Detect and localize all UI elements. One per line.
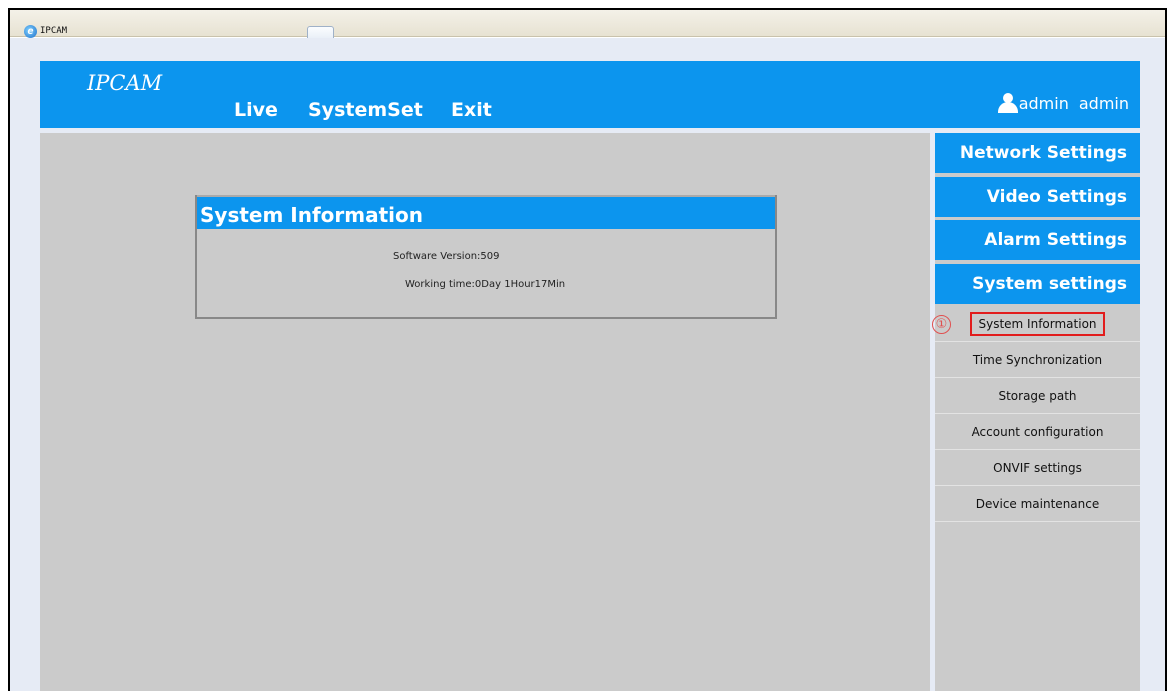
submenu-storage-path[interactable]: Storage path bbox=[935, 378, 1140, 414]
nav-systemset[interactable]: SystemSet bbox=[308, 99, 423, 121]
user-label: admin bbox=[1018, 93, 1069, 113]
submenu-label: Time Synchronization bbox=[972, 352, 1103, 367]
nav-exit[interactable]: Exit bbox=[451, 99, 492, 121]
submenu-label: Storage path bbox=[998, 388, 1077, 403]
user-icon bbox=[997, 93, 1018, 113]
browser-tab-strip: e IPCAM bbox=[10, 10, 1165, 47]
working-time: Working time:0Day 1Hour17Min bbox=[405, 279, 566, 290]
submenu-label: ONVIF settings bbox=[993, 460, 1082, 475]
software-version: Software Version:509 bbox=[393, 251, 500, 262]
nav-live[interactable]: Live bbox=[234, 99, 278, 121]
submenu-label: Device maintenance bbox=[975, 496, 1100, 511]
submenu-device-maintenance[interactable]: Device maintenance bbox=[935, 486, 1140, 522]
browser-window: e IPCAM IPCAM Live SystemSet Exit admin … bbox=[8, 8, 1167, 691]
sidebar-video-settings[interactable]: Video Settings bbox=[935, 176, 1140, 217]
panel-title: System Information bbox=[197, 195, 775, 229]
user-name: admin bbox=[1078, 93, 1129, 113]
submenu-system-information[interactable]: System Information bbox=[935, 306, 1140, 342]
settings-sidebar: Network Settings Video Settings Alarm Se… bbox=[932, 133, 1140, 691]
submenu-label: System Information bbox=[970, 311, 1105, 336]
sidebar-network-settings[interactable]: Network Settings bbox=[935, 133, 1140, 173]
top-header: IPCAM Live SystemSet Exit admin admin bbox=[40, 61, 1140, 128]
submenu-label: Account configuration bbox=[971, 424, 1104, 439]
step-marker: ① bbox=[932, 315, 951, 334]
system-info-panel: System Information Software Version:509 … bbox=[195, 195, 777, 319]
user-area: admin admin bbox=[997, 93, 1140, 113]
submenu-time-synchronization[interactable]: Time Synchronization bbox=[935, 342, 1140, 378]
browser-tab[interactable]: e IPCAM bbox=[24, 24, 264, 38]
browser-tab-title: IPCAM bbox=[40, 26, 68, 36]
main-content: System Information Software Version:509 … bbox=[40, 133, 930, 691]
system-settings-submenu: System Information Time Synchronization … bbox=[932, 306, 1140, 522]
sidebar-alarm-settings[interactable]: Alarm Settings bbox=[935, 220, 1140, 260]
submenu-account-configuration[interactable]: Account configuration bbox=[935, 414, 1140, 450]
sidebar-system-settings[interactable]: System settings bbox=[935, 263, 1140, 304]
ie-icon: e bbox=[24, 24, 37, 38]
brand-logo: IPCAM bbox=[87, 71, 163, 95]
app-area: IPCAM Live SystemSet Exit admin admin Sy… bbox=[10, 38, 1165, 691]
submenu-onvif-settings[interactable]: ONVIF settings bbox=[935, 450, 1140, 486]
